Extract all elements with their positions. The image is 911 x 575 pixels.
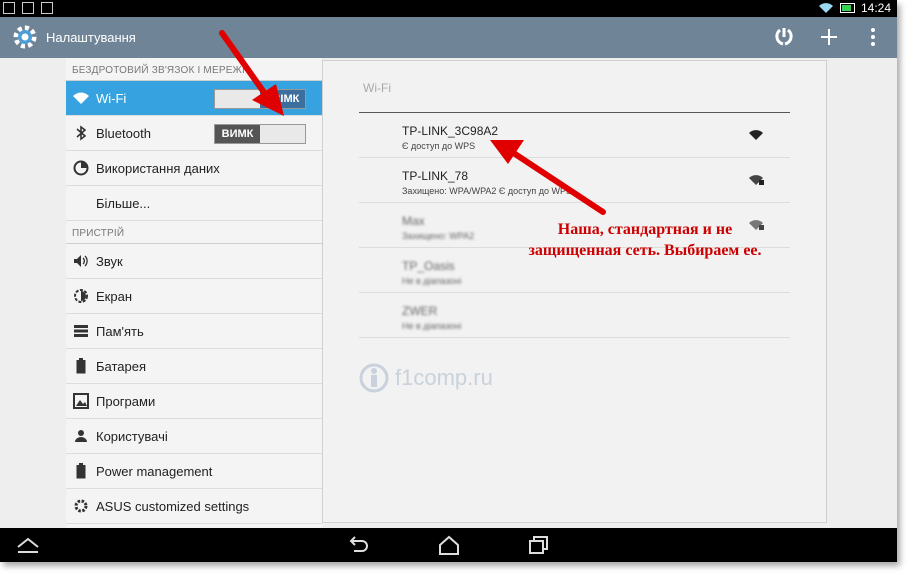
settings-item-label: Wi-Fi xyxy=(96,90,127,106)
settings-item-display[interactable]: Екран xyxy=(66,279,322,314)
watermark: f1comp.ru xyxy=(359,363,493,393)
settings-item-label: ASUS customized settings xyxy=(96,498,250,514)
network-status: Не в діапазоні xyxy=(402,321,462,331)
image-notification-icon xyxy=(22,2,34,14)
battery-icon xyxy=(71,356,91,376)
storage-icon xyxy=(71,321,91,341)
network-ssid: TP-LINK_78 xyxy=(402,169,469,183)
section-header-device: ПРИСТРІЙ xyxy=(66,221,322,244)
wifi-icon xyxy=(71,88,91,108)
network-status: Не в діапазоні xyxy=(402,276,462,286)
settings-item-label: Більше... xyxy=(96,195,151,211)
watermark-text: f1comp.ru xyxy=(395,365,493,390)
wifi-signal-icon xyxy=(749,130,763,140)
settings-item-label: Користувачі xyxy=(96,428,168,444)
settings-item-battery[interactable]: Батарея xyxy=(66,349,322,384)
settings-item-wifi[interactable]: Wi-Fi УВІМК xyxy=(66,81,322,116)
wifi-secured-signal-icon xyxy=(749,175,764,185)
settings-item-users[interactable]: Користувачі xyxy=(66,419,322,454)
annotation-line-1: Наша, стандартная и не xyxy=(557,221,733,238)
brightness-icon xyxy=(71,286,91,306)
section-header-wireless: БЕЗДРОТОВИЙ ЗВ'ЯЗОК І МЕРЕЖІ xyxy=(66,58,322,81)
recent-apps-icon[interactable] xyxy=(527,534,551,556)
settings-item-apps[interactable]: Програми xyxy=(66,384,322,419)
volume-icon xyxy=(71,251,91,271)
bluetooth-toggle-label: ВИМК xyxy=(215,125,260,143)
add-network-icon[interactable] xyxy=(817,25,841,49)
settings-item-power-management[interactable]: Power management xyxy=(66,454,322,489)
settings-item-sound[interactable]: Звук xyxy=(66,244,322,279)
settings-gear-icon[interactable] xyxy=(11,23,39,51)
settings-item-label: Батарея xyxy=(96,358,147,374)
network-item[interactable]: TP-LINK_3C98A2 Є доступ до WPS xyxy=(359,113,790,158)
wps-icon[interactable] xyxy=(772,25,796,49)
settings-list: БЕЗДРОТОВИЙ ЗВ'ЯЗОК І МЕРЕЖІ Wi-Fi УВІМК… xyxy=(66,58,322,528)
network-status: Захищено: WPA/WPA2 Є доступ до WPS xyxy=(402,186,573,196)
wifi-toggle[interactable]: УВІМК xyxy=(214,89,306,109)
settings-item-label: Power management xyxy=(96,463,213,479)
clock: 14:24 xyxy=(860,1,891,15)
wifi-toggle-label: УВІМК xyxy=(260,90,305,108)
settings-item-label: Звук xyxy=(96,253,123,269)
settings-item-data-usage[interactable]: Використання даних xyxy=(66,151,322,186)
settings-item-storage[interactable]: Пам'ять xyxy=(66,314,322,349)
settings-item-asus-customized[interactable]: ASUS customized settings xyxy=(66,489,322,524)
status-bar: 14:24 xyxy=(0,0,897,17)
navigation-bar xyxy=(0,528,897,562)
hide-nav-icon[interactable] xyxy=(16,534,40,556)
network-status: Є доступ до WPS xyxy=(402,141,476,151)
network-item[interactable]: ZWER Не в діапазоні xyxy=(359,293,790,338)
action-bar: Налаштування xyxy=(0,17,897,58)
annotation-text: Наша, стандартная и не защищенная сеть. … xyxy=(500,219,790,261)
gear-icon xyxy=(71,496,91,516)
wifi-panel-header: Wi-Fi xyxy=(363,81,391,95)
settings-item-label: Програми xyxy=(96,393,156,409)
data-usage-icon xyxy=(71,158,91,178)
settings-item-more[interactable]: Більше... xyxy=(66,186,322,221)
notification-icons xyxy=(3,2,53,14)
battery-status-icon xyxy=(839,3,855,13)
network-item[interactable]: TP-LINK_78 Захищено: WPA/WPA2 Є доступ д… xyxy=(359,158,790,203)
settings-item-label: Bluetooth xyxy=(96,125,151,141)
overflow-menu-icon[interactable] xyxy=(861,25,885,49)
network-ssid: TP-LINK_3C98A2 xyxy=(402,124,499,138)
annotation-line-2: защищенная сеть. Выбираем ее. xyxy=(528,242,762,259)
network-ssid: Max xyxy=(402,214,425,228)
bluetooth-toggle[interactable]: ВИМК xyxy=(214,124,306,144)
page-title: Налаштування xyxy=(46,30,136,45)
apps-icon xyxy=(71,391,91,411)
settings-item-bluetooth[interactable]: Bluetooth ВИМК xyxy=(66,116,322,151)
network-ssid: TP_Oasis xyxy=(402,259,455,273)
settings-item-label: Використання даних xyxy=(96,160,220,176)
task-notification-icon xyxy=(41,2,53,14)
notification-icon xyxy=(3,2,15,14)
network-ssid: ZWER xyxy=(402,304,438,318)
settings-item-label: Екран xyxy=(96,288,132,304)
back-icon[interactable] xyxy=(346,534,370,556)
wifi-status-icon xyxy=(818,3,833,14)
wifi-panel: Wi-Fi TP-LINK_3C98A2 Є доступ до WPS TP-… xyxy=(322,60,827,523)
home-icon[interactable] xyxy=(437,534,461,556)
bluetooth-icon xyxy=(71,123,91,143)
power-icon xyxy=(71,461,91,481)
network-status: Захищено: WPA2 xyxy=(402,231,475,241)
users-icon xyxy=(71,426,91,446)
settings-item-label: Пам'ять xyxy=(96,323,144,339)
tablet-screen: 14:24 Налаштування БЕЗДРОТОВИЙ ЗВ'ЯЗОК І… xyxy=(0,0,897,562)
watermark-logo-icon xyxy=(359,363,389,393)
